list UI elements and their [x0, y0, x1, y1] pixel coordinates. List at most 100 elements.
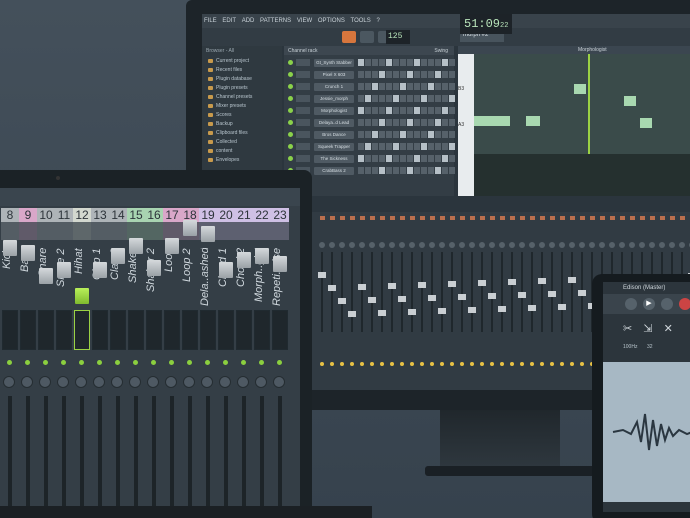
browser-item-scores[interactable]: Scores	[208, 112, 232, 118]
step-button[interactable]	[449, 95, 455, 102]
tools-icon[interactable]: ✕	[664, 323, 673, 335]
track-mute-led[interactable]	[43, 360, 48, 365]
step-button[interactable]	[449, 83, 455, 90]
step-button[interactable]	[379, 59, 385, 66]
step-button[interactable]	[435, 59, 441, 66]
route-led[interactable]	[520, 362, 524, 366]
step-button[interactable]	[421, 143, 427, 150]
step-button[interactable]	[400, 119, 406, 126]
pan-knob[interactable]	[669, 242, 675, 248]
step-button[interactable]	[407, 143, 413, 150]
step-button[interactable]	[358, 95, 364, 102]
step-button[interactable]	[421, 155, 427, 162]
track-name[interactable]: Dela..ashed	[199, 248, 217, 306]
note[interactable]	[526, 116, 540, 126]
step-button[interactable]	[435, 155, 441, 162]
step-button[interactable]	[442, 143, 448, 150]
pan-knob[interactable]	[449, 242, 455, 248]
route-led[interactable]	[390, 362, 394, 366]
step-button[interactable]	[393, 155, 399, 162]
crop-icon[interactable]: ⇲	[643, 323, 652, 335]
track-fader[interactable]	[255, 248, 269, 264]
step-button[interactable]	[393, 107, 399, 114]
pan-knob[interactable]	[589, 242, 595, 248]
channel-knob[interactable]	[296, 59, 310, 66]
playhead[interactable]	[588, 54, 590, 154]
route-led[interactable]	[320, 362, 324, 366]
play-button[interactable]: ▶	[643, 298, 655, 310]
step-button[interactable]	[358, 155, 364, 162]
fader-cap[interactable]	[348, 311, 356, 317]
step-button[interactable]	[400, 143, 406, 150]
waveform-view[interactable]	[603, 362, 690, 502]
track-pan-knob[interactable]	[111, 376, 123, 388]
track-pan-knob[interactable]	[255, 376, 267, 388]
route-led[interactable]	[480, 362, 484, 366]
track-pan-knob[interactable]	[165, 376, 177, 388]
step-button[interactable]	[386, 107, 392, 114]
pan-knob[interactable]	[329, 242, 335, 248]
route-led[interactable]	[330, 362, 334, 366]
browser-item-backup[interactable]: Backup	[208, 121, 233, 127]
pan-knob[interactable]	[459, 242, 465, 248]
step-button[interactable]	[414, 83, 420, 90]
step-button[interactable]	[407, 83, 413, 90]
channel-name-button[interactable]: Delaya..d Lead	[314, 119, 354, 127]
track-pan-knob[interactable]	[57, 376, 69, 388]
channel-led[interactable]	[288, 96, 293, 101]
fader-cap[interactable]	[398, 296, 406, 302]
fader-cap[interactable]	[428, 295, 436, 301]
channel-knob[interactable]	[296, 131, 310, 138]
step-button[interactable]	[386, 143, 392, 150]
step-button[interactable]	[386, 59, 392, 66]
pan-knob[interactable]	[619, 242, 625, 248]
step-button[interactable]	[421, 95, 427, 102]
browser-item-content[interactable]: content	[208, 148, 232, 154]
step-button[interactable]	[400, 83, 406, 90]
step-button[interactable]	[358, 119, 364, 126]
fader-cap[interactable]	[318, 272, 326, 278]
step-button[interactable]	[379, 143, 385, 150]
step-button[interactable]	[365, 95, 371, 102]
track-fader[interactable]	[93, 262, 107, 278]
route-led[interactable]	[460, 362, 464, 366]
step-button[interactable]	[435, 107, 441, 114]
pan-knob[interactable]	[489, 242, 495, 248]
menu-patterns[interactable]: PATTERNS	[260, 18, 291, 24]
browser-item-envelopes[interactable]: Envelopes	[208, 157, 239, 163]
pan-knob[interactable]	[349, 242, 355, 248]
step-button[interactable]	[386, 155, 392, 162]
step-button[interactable]	[400, 167, 406, 174]
channel-name-button[interactable]: The Sickness	[314, 155, 354, 163]
route-led[interactable]	[490, 362, 494, 366]
channel-led[interactable]	[288, 120, 293, 125]
step-button[interactable]	[421, 71, 427, 78]
step-button[interactable]	[372, 107, 378, 114]
track-mute-led[interactable]	[7, 360, 12, 365]
route-led[interactable]	[400, 362, 404, 366]
step-button[interactable]	[372, 83, 378, 90]
menu-edit[interactable]: EDIT	[222, 18, 236, 24]
route-led[interactable]	[510, 362, 514, 366]
pan-knob[interactable]	[389, 242, 395, 248]
step-button[interactable]	[442, 131, 448, 138]
trim-icon[interactable]: ✂	[623, 323, 632, 335]
channel-knob[interactable]	[296, 155, 310, 162]
step-button[interactable]	[428, 167, 434, 174]
step-button[interactable]	[407, 119, 413, 126]
track-mute-led[interactable]	[25, 360, 30, 365]
pan-knob[interactable]	[549, 242, 555, 248]
pan-knob[interactable]	[479, 242, 485, 248]
step-button[interactable]	[400, 71, 406, 78]
track-pan-knob[interactable]	[39, 376, 51, 388]
step-button[interactable]	[414, 59, 420, 66]
step-button[interactable]	[442, 83, 448, 90]
step-button[interactable]	[407, 107, 413, 114]
step-button[interactable]	[421, 167, 427, 174]
step-button[interactable]	[428, 83, 434, 90]
fader-cap[interactable]	[418, 282, 426, 288]
pan-knob[interactable]	[519, 242, 525, 248]
step-button[interactable]	[358, 71, 364, 78]
step-button[interactable]	[372, 131, 378, 138]
track-pan-knob[interactable]	[219, 376, 231, 388]
